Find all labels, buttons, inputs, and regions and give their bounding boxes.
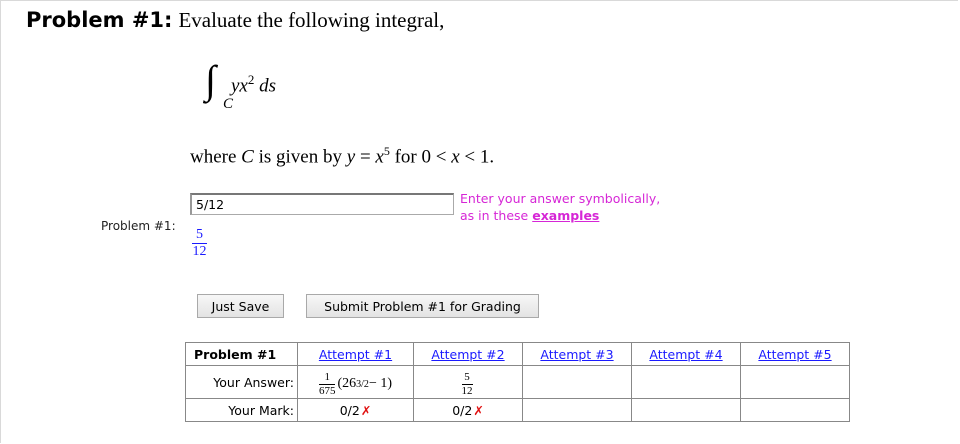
attempt-2-denominator: 12 bbox=[461, 384, 473, 397]
attempt-3-answer bbox=[522, 365, 632, 399]
attempt-1-rest: − 1) bbox=[368, 376, 392, 391]
var-y: y bbox=[346, 146, 356, 168]
integrand-exponent: 2 bbox=[247, 72, 255, 87]
your-mark-label: Your Mark: bbox=[185, 398, 298, 422]
var-x: x bbox=[375, 146, 384, 168]
range-start: 0 bbox=[421, 146, 432, 168]
attempt-2-fraction: 5 12 bbox=[461, 370, 473, 397]
problem-number: Problem #1: bbox=[26, 8, 173, 32]
wrong-x-icon: ✗ bbox=[360, 402, 372, 418]
attempt-1-numerator: 1 bbox=[324, 370, 330, 383]
attempt-3-link[interactable]: Attempt #3 bbox=[540, 347, 613, 362]
attempt-1-math: 1 675 (26 3/2 − 1) bbox=[318, 370, 392, 397]
range-var: x bbox=[451, 146, 460, 168]
attempt-5-answer bbox=[740, 365, 850, 399]
answer-input[interactable] bbox=[190, 193, 454, 215]
attempts-table: Problem #1 Attempt #1 Attempt #2 Attempt… bbox=[185, 342, 850, 422]
less-than-2: < bbox=[459, 146, 480, 168]
attempt-1-exponent: 3/2 bbox=[356, 378, 369, 390]
submit-grading-button[interactable]: Submit Problem #1 for Grading bbox=[306, 294, 539, 318]
attempt-4-header: Attempt #4 bbox=[631, 342, 741, 366]
equals-sign: = bbox=[355, 146, 376, 168]
differential: ds bbox=[259, 75, 277, 97]
attempts-header-row: Problem #1 Attempt #1 Attempt #2 Attempt… bbox=[185, 342, 850, 366]
answer-row-label: Problem #1: bbox=[101, 219, 176, 233]
attempt-2-header: Attempt #2 bbox=[413, 342, 523, 366]
problem-instruction: Evaluate the following integral, bbox=[178, 8, 445, 32]
attempt-4-answer bbox=[631, 365, 741, 399]
attempt-2-math: 5 12 bbox=[461, 370, 475, 397]
attempt-1-denominator: 675 bbox=[318, 384, 336, 397]
hint-line-1: Enter your answer symbolically, bbox=[460, 191, 661, 206]
hint-prefix: as in these bbox=[460, 208, 533, 223]
examples-link[interactable]: examples bbox=[532, 208, 599, 223]
problem-heading: Problem #1: Evaluate the following integr… bbox=[26, 8, 444, 33]
your-answer-label: Your Answer: bbox=[185, 365, 298, 399]
just-save-button[interactable]: Just Save bbox=[197, 294, 284, 318]
attempt-2-mark: 0/2 ✗ bbox=[413, 398, 523, 422]
integral-sign: ∫ bbox=[205, 57, 216, 102]
less-than-1: < bbox=[431, 146, 452, 168]
answer-hint: Enter your answer symbolically, as in th… bbox=[460, 190, 660, 224]
for-word: for bbox=[389, 146, 422, 168]
attempt-3-mark bbox=[522, 398, 632, 422]
attempt-3-header: Attempt #3 bbox=[522, 342, 632, 366]
your-answer-row: Your Answer: 1 675 (26 3/2 − 1) 5 12 bbox=[185, 365, 850, 399]
attempt-2-answer: 5 12 bbox=[413, 365, 523, 399]
your-mark-row: Your Mark: 0/2 ✗ 0/2 ✗ bbox=[185, 398, 850, 422]
integral-expression: ∫ C yx2 ds bbox=[205, 60, 315, 118]
preview-numerator: 5 bbox=[196, 227, 203, 242]
wrong-x-icon: ✗ bbox=[473, 402, 484, 418]
integrand: yx2 ds bbox=[231, 72, 276, 97]
where-middle: is given by bbox=[253, 146, 347, 168]
range-end: 1. bbox=[479, 146, 495, 168]
attempt-4-mark bbox=[631, 398, 741, 422]
attempt-5-header: Attempt #5 bbox=[740, 342, 850, 366]
attempt-1-link[interactable]: Attempt #1 bbox=[319, 347, 392, 362]
answer-preview: 5 12 bbox=[192, 228, 207, 259]
preview-denominator: 12 bbox=[192, 244, 207, 259]
attempt-1-mark: 0/2 ✗ bbox=[297, 398, 414, 422]
curve-description: where C is given by y = x5 for 0 < x < 1… bbox=[190, 144, 494, 168]
attempt-2-mark-value: 0/2 bbox=[452, 402, 473, 418]
attempts-title: Problem #1 bbox=[185, 342, 298, 366]
attempt-5-mark bbox=[740, 398, 850, 422]
attempt-1-header: Attempt #1 bbox=[297, 342, 414, 366]
attempt-4-link[interactable]: Attempt #4 bbox=[649, 347, 722, 362]
attempt-1-answer: 1 675 (26 3/2 − 1) bbox=[297, 365, 414, 399]
curve-name: C bbox=[241, 146, 254, 168]
attempt-1-base: (26 bbox=[337, 376, 357, 391]
integrand-base: yx bbox=[231, 75, 248, 97]
attempt-2-link[interactable]: Attempt #2 bbox=[431, 347, 504, 362]
where-prefix: where bbox=[190, 146, 242, 168]
attempt-5-link[interactable]: Attempt #5 bbox=[758, 347, 831, 362]
hint-line-2: as in these examples bbox=[460, 207, 660, 224]
attempt-1-fraction: 1 675 bbox=[318, 370, 336, 397]
integral-subscript: C bbox=[223, 96, 234, 112]
attempt-1-mark-value: 0/2 bbox=[339, 402, 360, 418]
attempt-2-numerator: 5 bbox=[464, 370, 470, 383]
